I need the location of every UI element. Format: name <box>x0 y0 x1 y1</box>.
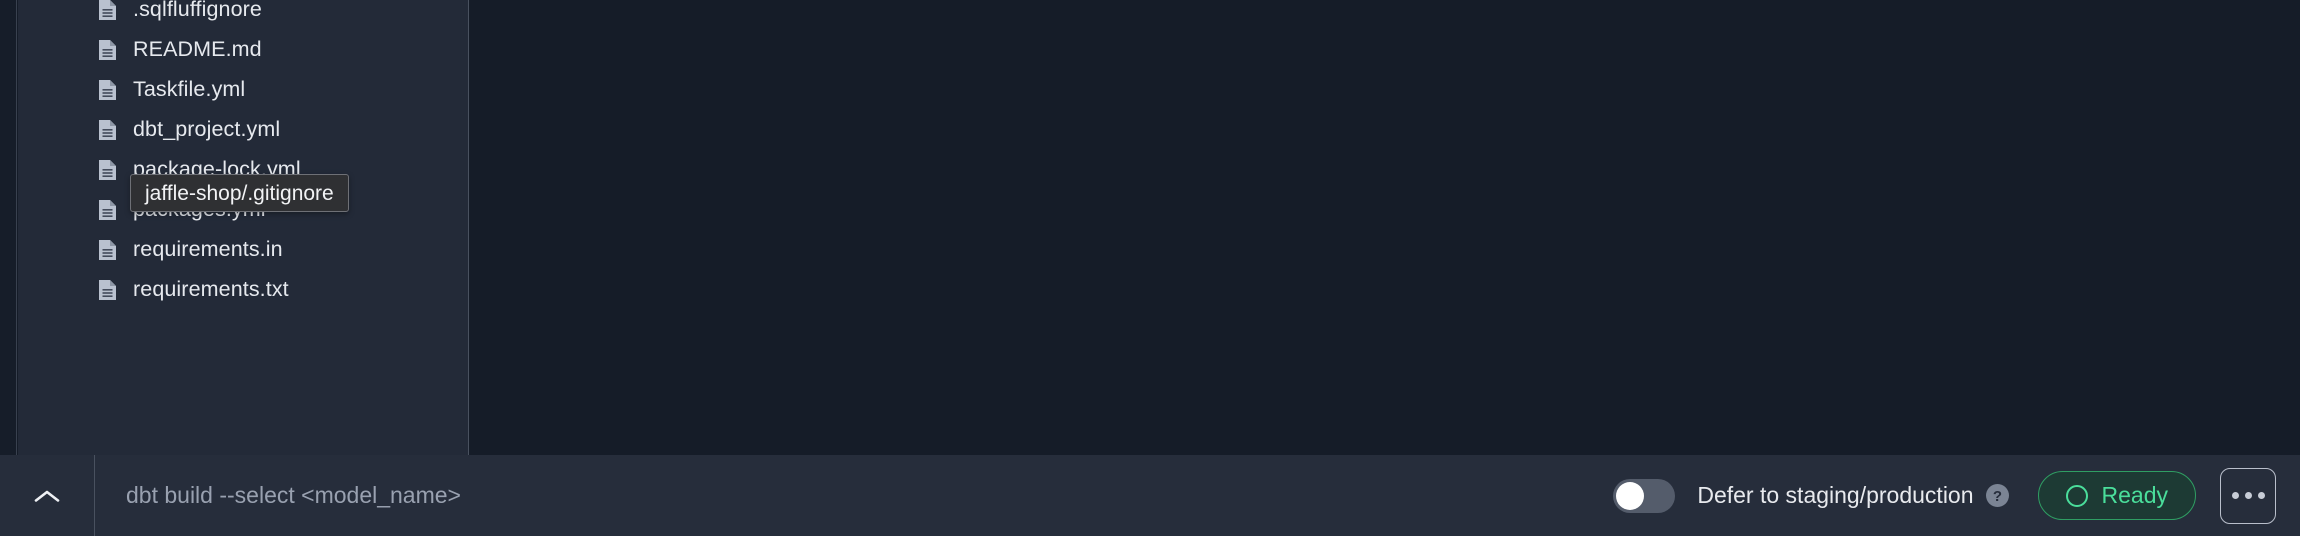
file-list-item-label: dbt_project.yml <box>133 117 281 142</box>
file-icon <box>99 160 116 180</box>
file-list-item[interactable]: .sqlfluffignore <box>18 0 468 30</box>
circle-icon <box>2065 484 2088 507</box>
file-list-item[interactable]: README.md <box>18 30 468 70</box>
file-list-item-label: README.md <box>133 37 262 62</box>
file-icon <box>99 80 116 100</box>
editor-panel[interactable] <box>470 0 2300 455</box>
ellipsis-icon <box>2244 492 2252 499</box>
file-list: .sqlfluffignore README.md Taskfile.yml dbt_… <box>18 0 468 310</box>
chevron-up-icon <box>34 490 60 502</box>
file-list-item-label: requirements.txt <box>133 277 289 302</box>
file-list-item[interactable]: requirements.txt <box>18 270 468 310</box>
file-list-item[interactable]: dbt_project.yml <box>18 110 468 150</box>
command-input-placeholder: dbt build --select <model_name> <box>126 482 461 508</box>
ellipsis-icon <box>2257 492 2265 499</box>
file-icon <box>99 120 116 140</box>
file-icon <box>99 0 116 20</box>
status-badge[interactable]: Ready <box>2037 471 2196 520</box>
tooltip-label: jaffle-shop/.gitignore <box>145 181 334 205</box>
dbt-command-input[interactable]: dbt build --select <model_name> <box>95 455 1613 536</box>
file-list-item-label: .sqlfluffignore <box>133 0 262 22</box>
status-badge-label: Ready <box>2101 482 2168 508</box>
file-icon <box>99 40 116 60</box>
ellipsis-icon <box>2231 492 2239 499</box>
file-list-item-label: requirements.in <box>133 237 283 262</box>
file-icon <box>99 280 116 300</box>
collapse-panel-button[interactable] <box>0 455 95 536</box>
file-list-item[interactable]: Taskfile.yml <box>18 70 468 110</box>
file-path-tooltip: jaffle-shop/.gitignore <box>130 174 349 212</box>
defer-toggle-switch[interactable] <box>1613 478 1676 513</box>
svg-text:?: ? <box>1992 488 2001 505</box>
file-icon <box>99 200 116 220</box>
defer-toggle-label: Defer to staging/production <box>1697 482 1974 508</box>
dbt-ide-window: .sqlfluffignore README.md Taskfile.yml dbt_… <box>0 0 2300 536</box>
file-icon <box>99 240 116 260</box>
bottom-command-bar: dbt build --select <model_name> Defer to… <box>0 455 2300 536</box>
left-activity-rail <box>0 0 17 455</box>
question-mark-circle-icon[interactable]: ? <box>1985 483 2010 508</box>
toggle-knob <box>1616 481 1645 510</box>
bottom-bar-controls: Defer to staging/production ? Ready <box>1613 455 2300 536</box>
file-explorer-sidebar[interactable]: .sqlfluffignore README.md Taskfile.yml dbt_… <box>18 0 469 455</box>
more-options-button[interactable] <box>2220 467 2276 524</box>
file-list-item[interactable]: requirements.in <box>18 230 468 270</box>
file-list-item-label: Taskfile.yml <box>133 77 246 102</box>
